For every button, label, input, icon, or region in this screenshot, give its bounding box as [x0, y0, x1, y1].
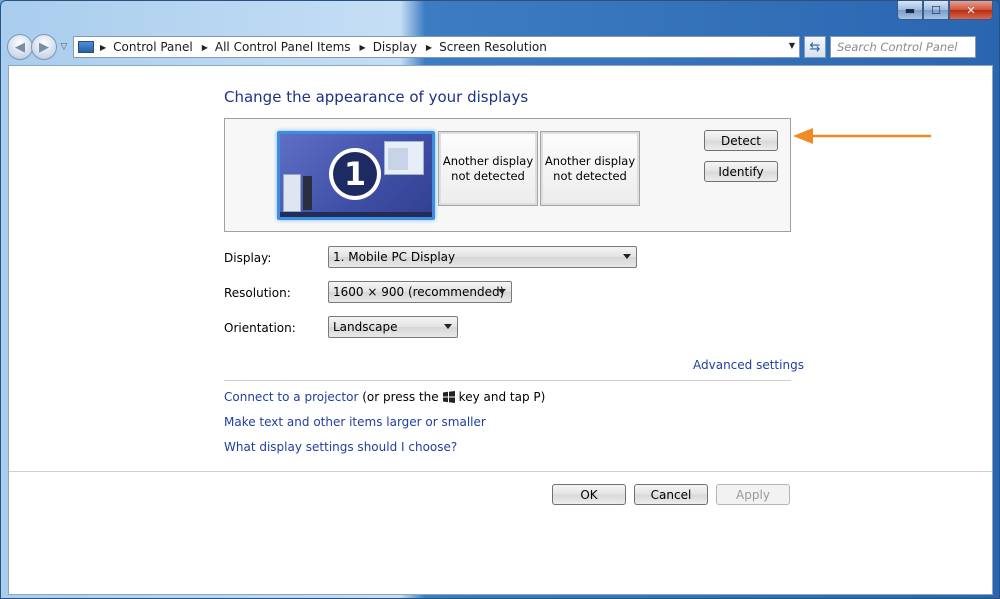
maximize-button[interactable]: ☐: [923, 1, 949, 20]
display-help-link[interactable]: What display settings should I choose?: [224, 440, 457, 454]
windows-logo-icon: [442, 391, 455, 403]
dropdown-arrow-icon: [498, 289, 506, 294]
orientation-select-value: Landscape: [333, 320, 398, 334]
text-size-link[interactable]: Make text and other items larger or smal…: [224, 415, 486, 429]
divider: [224, 380, 791, 381]
back-icon: ◀: [15, 39, 25, 55]
orientation-select[interactable]: Landscape: [328, 316, 458, 338]
orange-arrow-annotation: [793, 128, 931, 144]
monitor-icon: [78, 41, 94, 53]
address-bar[interactable]: ▶ Control Panel ▶ All Control Panel Item…: [73, 36, 800, 58]
taskbar-thumbnail: [280, 212, 432, 217]
breadcrumb-all-items[interactable]: All Control Panel Items: [215, 40, 351, 54]
gadget-thumbnail-icon: [303, 176, 312, 210]
history-dropdown-icon[interactable]: ▽: [57, 42, 71, 52]
monitor-number-badge: 1: [329, 148, 381, 200]
chevron-right-icon[interactable]: ▶: [360, 43, 366, 52]
dropdown-arrow-icon: [444, 324, 452, 329]
chevron-right-icon[interactable]: ▶: [202, 43, 208, 52]
breadcrumb-display[interactable]: Display: [373, 40, 417, 54]
refresh-icon: ⇆: [809, 39, 821, 55]
window-thumbnail-icon: [384, 141, 424, 175]
monitor-1[interactable]: 1: [277, 131, 435, 220]
projector-hint-text: (or press the: [362, 390, 439, 404]
content-pane: Change the appearance of your displays 1…: [8, 65, 993, 595]
orientation-label: Orientation:: [224, 321, 296, 335]
resolution-label: Resolution:: [224, 286, 291, 300]
address-dropdown-icon[interactable]: ▼: [789, 41, 795, 50]
monitor-arrangement-panel: 1 Another display not detected Another d…: [224, 118, 791, 232]
monitor-2[interactable]: Another display not detected: [438, 131, 538, 206]
footer-divider: [9, 471, 992, 472]
resolution-select[interactable]: 1600 × 900 (recommended): [328, 281, 512, 303]
advanced-settings-link[interactable]: Advanced settings: [693, 358, 804, 372]
resolution-select-value: 1600 × 900 (recommended): [333, 285, 505, 299]
display-select-value: 1. Mobile PC Display: [333, 250, 456, 264]
ok-button[interactable]: OK: [552, 484, 626, 505]
refresh-button[interactable]: ⇆: [804, 36, 826, 58]
chevron-right-icon[interactable]: ▶: [100, 43, 106, 52]
monitor-2-label: Another display not detected: [442, 153, 534, 183]
search-input[interactable]: Search Control Panel: [830, 36, 976, 58]
screen-resolution-window: ▬ ☐ ✕ ◀ ▶ ▽ ▶ Control Panel ▶ All Contro…: [0, 0, 1000, 599]
projector-hint-text-2: key and tap P): [458, 390, 546, 404]
projector-row: Connect to a projector (or press the key…: [224, 390, 545, 404]
display-select[interactable]: 1. Mobile PC Display: [328, 246, 637, 268]
monitor-3-label: Another display not detected: [544, 153, 636, 183]
page-title: Change the appearance of your displays: [224, 88, 529, 106]
caption-buttons: ▬ ☐ ✕: [897, 1, 993, 21]
close-button[interactable]: ✕: [949, 1, 993, 20]
sidebar-thumbnail-icon: [283, 174, 301, 212]
dropdown-arrow-icon: [623, 254, 631, 259]
apply-button[interactable]: Apply: [716, 484, 790, 505]
monitor-3[interactable]: Another display not detected: [540, 131, 640, 206]
identify-button[interactable]: Identify: [704, 161, 778, 182]
breadcrumb-control-panel[interactable]: Control Panel: [113, 40, 193, 54]
breadcrumb-screen-resolution[interactable]: Screen Resolution: [439, 40, 547, 54]
forward-button[interactable]: ▶: [31, 34, 57, 60]
display-label: Display:: [224, 251, 272, 265]
cancel-button[interactable]: Cancel: [634, 484, 708, 505]
minimize-button[interactable]: ▬: [897, 1, 923, 20]
connect-projector-link[interactable]: Connect to a projector: [224, 390, 358, 404]
navigation-bar: ◀ ▶ ▽ ▶ Control Panel ▶ All Control Pane…: [7, 33, 993, 61]
chevron-right-icon[interactable]: ▶: [426, 43, 432, 52]
detect-button[interactable]: Detect: [704, 130, 778, 151]
forward-icon: ▶: [39, 39, 49, 55]
back-button[interactable]: ◀: [7, 34, 33, 60]
